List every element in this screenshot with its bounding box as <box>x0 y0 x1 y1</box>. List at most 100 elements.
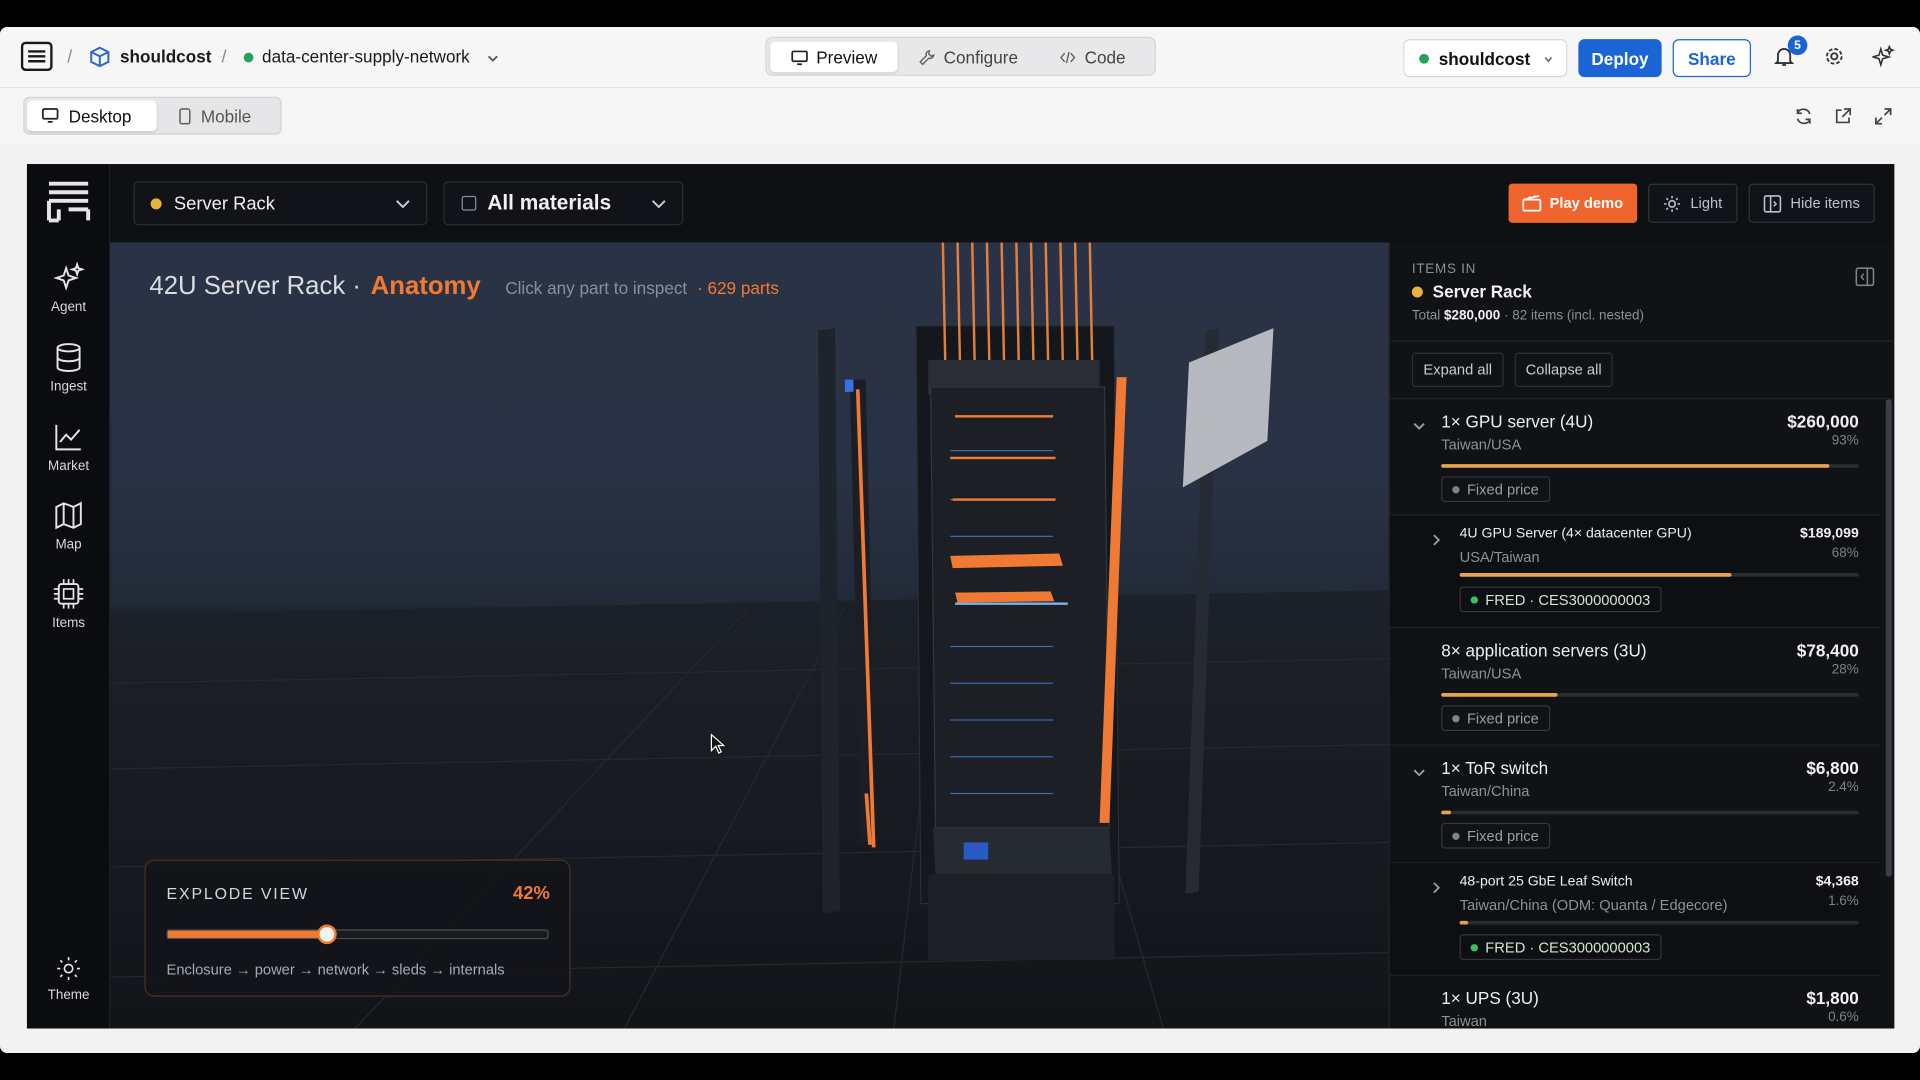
account-status-dot <box>1419 53 1429 64</box>
cost-share-fill <box>1459 573 1732 577</box>
tag-label: FRED · CES3000000003 <box>1485 590 1651 608</box>
chevron-down-icon[interactable] <box>1412 765 1427 780</box>
tab-preview[interactable]: Preview <box>770 41 898 73</box>
rail-theme[interactable]: Theme <box>27 955 110 1003</box>
price-tag: FRED · CES3000000003 <box>1459 586 1662 613</box>
price-tag: Fixed price <box>1441 822 1550 849</box>
clapperboard-icon <box>1523 194 1542 212</box>
app-logo-icon[interactable] <box>20 41 53 72</box>
price-tag: Fixed price <box>1441 705 1550 732</box>
item-price: $4,368 <box>1815 874 1859 889</box>
rail-map-label: Map <box>55 537 82 553</box>
item-share: 28% <box>1831 662 1859 678</box>
play-demo-button[interactable]: Play demo <box>1508 183 1638 223</box>
expand-all-button[interactable]: Expand all <box>1411 352 1504 387</box>
code-icon <box>1059 51 1076 63</box>
explode-slider[interactable] <box>166 924 549 945</box>
rail-market[interactable]: Market <box>27 421 110 474</box>
rail-map[interactable]: Map <box>27 500 110 553</box>
item-share: 1.6% <box>1828 893 1859 909</box>
rail-ingest[interactable]: Ingest <box>27 342 110 394</box>
tag-dot <box>1452 714 1460 722</box>
list-item[interactable]: 1× ToR switch $6,800 2.4% Taiwan/China F… <box>1389 746 1880 864</box>
divider <box>1389 340 1895 342</box>
device-switch: Desktop Mobile <box>23 96 282 135</box>
tab-code-label: Code <box>1084 47 1126 67</box>
device-mobile[interactable]: Mobile <box>164 100 274 131</box>
device-desktop[interactable]: Desktop <box>26 100 157 132</box>
collapse-all-button[interactable]: Collapse all <box>1514 352 1613 387</box>
cost-share-bar <box>1459 573 1859 577</box>
explode-view-label: EXPLODE VIEW <box>166 884 309 903</box>
external-link-icon[interactable] <box>1833 107 1853 127</box>
database-icon <box>56 343 81 372</box>
item-origin: USA/Taiwan <box>1459 548 1540 566</box>
tab-code[interactable]: Code <box>1043 42 1141 73</box>
tag-dot <box>1452 485 1460 493</box>
phone-icon <box>179 107 191 124</box>
tag-label: Fixed price <box>1466 827 1539 845</box>
list-item[interactable]: 4U GPU Server (4× datacenter GPU) $189,0… <box>1389 515 1880 629</box>
materials-checkbox[interactable] <box>461 195 477 211</box>
monitor-icon <box>42 108 59 123</box>
materials-select[interactable]: All materials <box>443 181 684 226</box>
gear-icon[interactable] <box>1823 45 1845 67</box>
hide-items-label: Hide items <box>1790 194 1860 212</box>
materials-select-value: All materials <box>487 191 612 215</box>
item-share: 0.6% <box>1828 1010 1859 1025</box>
rail-items[interactable]: Items <box>27 578 110 631</box>
collapse-panel-icon[interactable] <box>1855 267 1875 287</box>
chevron-down-icon[interactable] <box>1412 419 1427 434</box>
account-selector[interactable]: shouldcost <box>1403 39 1568 78</box>
breadcrumb-project[interactable]: data-center-supply-network <box>262 47 470 67</box>
tab-configure[interactable]: Configure <box>905 42 1031 73</box>
cube-icon <box>90 46 110 68</box>
rail-agent-label: Agent <box>50 300 87 315</box>
item-share: 2.4% <box>1828 780 1859 795</box>
breadcrumb-separator: / <box>221 46 227 67</box>
app-logo-icon[interactable] <box>45 179 92 226</box>
assembly-select[interactable]: Server Rack <box>133 181 428 226</box>
list-item[interactable]: 48-port 25 GbE Leaf Switch $4,368 1.6% T… <box>1389 863 1880 976</box>
light-mode-button[interactable]: Light <box>1648 183 1738 223</box>
3d-viewport[interactable]: 42U Server Rack · Anatomy Click any part… <box>110 242 1389 1029</box>
view-mode-switch: Preview Configure Code <box>765 36 1156 76</box>
explode-slider-handle[interactable] <box>317 924 337 945</box>
item-name: 1× ToR switch <box>1441 757 1549 778</box>
item-price: $1,800 <box>1806 988 1859 1008</box>
deploy-button[interactable]: Deploy <box>1578 39 1662 78</box>
chevron-down-icon <box>651 200 666 209</box>
sun-icon <box>57 957 80 980</box>
rail-items-label: Items <box>52 615 86 631</box>
sparkle-icon[interactable] <box>1872 45 1895 68</box>
panel-total: Total $280,000 · 82 items (incl. nested) <box>1412 309 1644 324</box>
fullscreen-icon[interactable] <box>1873 107 1893 127</box>
cost-share-fill <box>1459 920 1468 925</box>
wrench-icon <box>918 49 935 65</box>
chevron-down-icon[interactable] <box>486 51 499 64</box>
explode-view-value: 42% <box>513 882 550 904</box>
assembly-dot <box>150 197 162 209</box>
refresh-icon[interactable] <box>1794 107 1814 127</box>
sun-icon <box>1664 195 1681 212</box>
share-button[interactable]: Share <box>1672 39 1752 78</box>
list-item[interactable]: 1× GPU server (4U) $260,000 93% Taiwan/U… <box>1389 399 1880 516</box>
chevron-right-icon[interactable] <box>1429 533 1444 548</box>
explode-view-panel: EXPLODE VIEW 42% Enclosure → power → net… <box>144 859 571 997</box>
tag-label: FRED · CES3000000003 <box>1485 938 1651 956</box>
list-item[interactable]: 1× UPS (3U) $1,800 0.6% Taiwan <box>1390 976 1880 1028</box>
project-status-dot <box>243 52 254 63</box>
line-chart-icon <box>55 424 81 451</box>
item-price: $78,400 <box>1796 640 1859 661</box>
chevron-right-icon[interactable] <box>1429 880 1444 895</box>
assembly-dot <box>1411 285 1423 297</box>
app-header: Server Rack All materials Play demo Ligh… <box>110 164 1895 243</box>
hide-items-button[interactable]: Hide items <box>1748 183 1875 223</box>
breadcrumb-workspace[interactable]: shouldcost <box>120 47 211 67</box>
list-item[interactable]: 8× application servers (3U) $78,400 28% … <box>1389 628 1880 746</box>
play-demo-label: Play demo <box>1549 194 1624 212</box>
top-bar: / shouldcost / data-center-supply-networ… <box>0 26 1920 89</box>
panel-scrollbar[interactable] <box>1885 399 1892 877</box>
rail-agent[interactable]: Agent <box>27 262 110 315</box>
item-origin: Taiwan/China <box>1441 782 1530 800</box>
